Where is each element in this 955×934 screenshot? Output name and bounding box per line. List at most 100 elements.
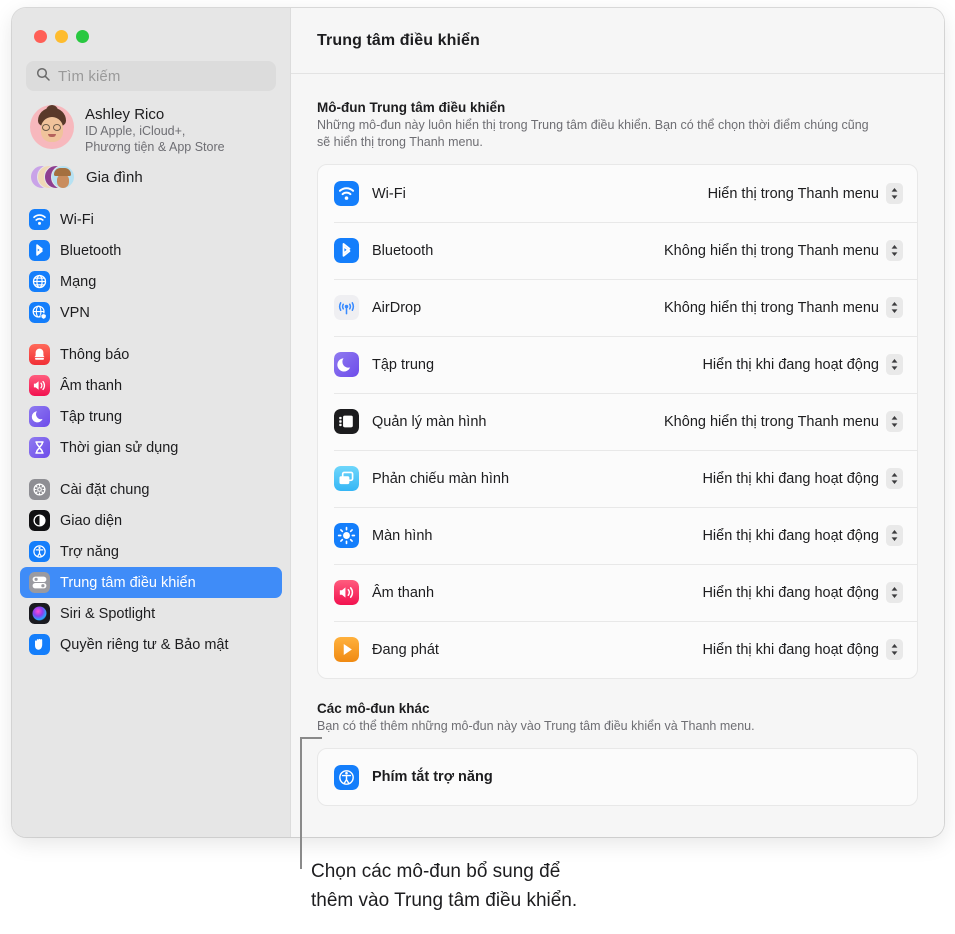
search-input[interactable]: Tìm kiếm [26,61,276,91]
account-name: Ashley Rico [85,106,165,123]
dropdown-value: Hiển thị khi đang hoạt động [702,641,879,658]
screen-time-hourglass-icon [29,437,50,458]
menu-visibility-dropdown[interactable]: Không hiển thị trong Thanh menu [664,297,903,318]
sidebar-item-label: Quyền riêng tư & Bảo mật [60,636,229,653]
row-label: Tập trung [372,356,435,373]
table-row[interactable]: Bluetooth Không hiển thị trong Thanh men… [318,222,917,279]
airdrop-icon [334,295,359,320]
chevron-up-down-icon [886,240,903,261]
row-label: Đang phát [372,641,439,658]
section-title: Mô-đun Trung tâm điều khiển [317,100,506,115]
stage-manager-icon [334,409,359,434]
table-row[interactable]: Wi-Fi Hiển thị trong Thanh menu [318,165,917,222]
menu-visibility-dropdown[interactable]: Hiển thị khi đang hoạt động [702,639,903,660]
row-label: Phản chiếu màn hình [372,470,510,487]
row-label: Âm thanh [372,584,435,601]
dropdown-value: Hiển thị trong Thanh menu [707,185,879,202]
table-row[interactable]: Quản lý màn hình Không hiển thị trong Th… [318,393,917,450]
sidebar-item-notifications[interactable]: Thông báo [20,339,282,370]
sound-speaker-icon [334,580,359,605]
menu-visibility-dropdown[interactable]: Hiển thị khi đang hoạt động [702,525,903,546]
sidebar-item-family[interactable]: Gia đình [12,155,290,190]
wifi-icon [29,209,50,230]
sidebar-item-network[interactable]: Mạng [20,266,282,297]
content-pane: Trung tâm điều khiển Mô-đun Trung tâm đi… [290,8,944,837]
sidebar-item-label: Âm thanh [60,377,123,394]
menu-visibility-dropdown[interactable]: Không hiển thị trong Thanh menu [664,411,903,432]
menu-visibility-dropdown[interactable]: Hiển thị khi đang hoạt động [702,468,903,489]
chevron-up-down-icon [886,525,903,546]
bluetooth-icon [29,240,50,261]
sidebar-item-control-center[interactable]: Trung tâm điều khiển [20,567,282,598]
sidebar-item-label: Giao diện [60,512,123,529]
table-row[interactable]: Phản chiếu màn hình Hiển thị khi đang ho… [318,450,917,507]
siri-icon [29,603,50,624]
callout-caption: Chọn các mô-đun bổ sung để thêm vào Trun… [311,861,578,911]
privacy-hand-icon [29,634,50,655]
row-icon-container [334,580,359,605]
dropdown-value: Hiển thị khi đang hoạt động [702,527,879,544]
table-row[interactable]: Âm thanh Hiển thị khi đang hoạt động [318,564,917,621]
callout-connector-line [300,737,302,869]
system-settings-window: Tìm kiếm Ashley Rico ID Apple, iCloud+, … [12,8,944,837]
chevron-up-down-icon [886,183,903,204]
page-title: Trung tâm điều khiển [317,31,480,49]
dropdown-value: Không hiển thị trong Thanh menu [664,299,879,316]
table-row[interactable]: Màn hình Hiển thị khi đang hoạt động [318,507,917,564]
sidebar-item-sound[interactable]: Âm thanh [20,370,282,401]
sidebar-item-appearance[interactable]: Giao diện [20,505,282,536]
minimize-button[interactable] [55,30,68,43]
sidebar-item-general[interactable]: Cài đặt chung [20,474,282,505]
sidebar-item-bluetooth[interactable]: Bluetooth [20,235,282,266]
account-row[interactable]: Ashley Rico ID Apple, iCloud+, Phương ti… [12,91,290,155]
modules-card: Wi-Fi Hiển thị trong Thanh menu Bluetoot… [317,164,918,679]
dropdown-value: Hiển thị khi đang hoạt động [702,584,879,601]
row-icon-container [334,181,359,206]
sidebar-item-label: Trợ năng [60,543,119,560]
sidebar-group-network: Wi-Fi Bluetooth Mạng VPN [20,204,282,328]
content-scroll[interactable]: Mô-đun Trung tâm điều khiển Những mô-đun… [291,74,944,806]
sidebar-item-label: VPN [60,304,90,321]
sidebar-item-label: Wi-Fi [60,211,94,228]
traffic-lights [12,8,290,43]
menu-visibility-dropdown[interactable]: Không hiển thị trong Thanh menu [664,240,903,261]
dropdown-value: Hiển thị khi đang hoạt động [702,356,879,373]
sidebar-item-siri-spotlight[interactable]: Siri & Spotlight [20,598,282,629]
sidebar-item-vpn[interactable]: VPN [20,297,282,328]
callout-connector-tick [300,737,322,739]
notifications-bell-icon [29,344,50,365]
sidebar-nav: Wi-Fi Bluetooth Mạng VPN Thông báo Âm th… [12,190,290,660]
row-icon-container [334,523,359,548]
other-modules-card: Phím tắt trợ năng [317,748,918,806]
dropdown-value: Không hiển thị trong Thanh menu [664,413,879,430]
sidebar-item-accessibility[interactable]: Trợ năng [20,536,282,567]
content-titlebar: Trung tâm điều khiển [291,8,944,74]
section-description: Những mô-đun này luôn hiển thị trong Tru… [317,118,869,149]
table-row[interactable]: Tập trung Hiển thị khi đang hoạt động [318,336,917,393]
table-row[interactable]: AirDrop Không hiển thị trong Thanh menu [318,279,917,336]
row-icon-container [334,352,359,377]
row-label: Phím tắt trợ năng [372,769,493,785]
sidebar-item-focus[interactable]: Tập trung [20,401,282,432]
section-title: Các mô-đun khác [317,701,430,716]
sidebar-item-screen-time[interactable]: Thời gian sử dụng [20,432,282,463]
zoom-button[interactable] [76,30,89,43]
sidebar-item-wifi[interactable]: Wi-Fi [20,204,282,235]
now-playing-icon [334,637,359,662]
menu-visibility-dropdown[interactable]: Hiển thị trong Thanh menu [708,183,903,204]
family-label: Gia đình [86,168,143,186]
table-row[interactable]: Phím tắt trợ năng [318,749,917,805]
sidebar-item-label: Thông báo [60,346,130,363]
appearance-icon [29,510,50,531]
menu-visibility-dropdown[interactable]: Hiển thị khi đang hoạt động [702,582,903,603]
sidebar-item-privacy-security[interactable]: Quyền riêng tư & Bảo mật [20,629,282,660]
search-container: Tìm kiếm [12,43,290,91]
close-button[interactable] [34,30,47,43]
row-icon-container [334,637,359,662]
menu-visibility-dropdown[interactable]: Hiển thị khi đang hoạt động [702,354,903,375]
row-icon-container [334,409,359,434]
table-row[interactable]: Đang phát Hiển thị khi đang hoạt động [318,621,917,678]
section-other-modules: Các mô-đun khác Bạn có thể thêm những mô… [317,701,918,806]
sidebar-item-partial-icon[interactable] [36,823,57,837]
row-icon-container [334,466,359,491]
